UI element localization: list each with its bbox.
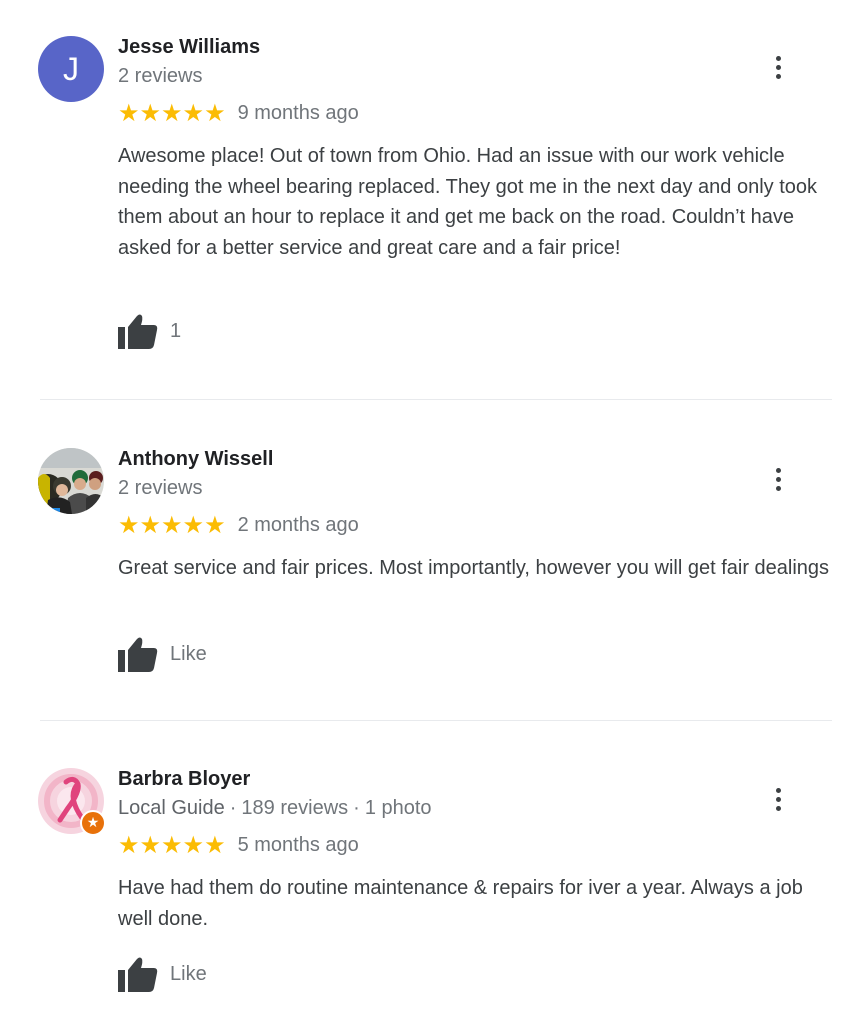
- avatar-photo: [38, 448, 104, 514]
- like-button[interactable]: 1: [118, 311, 181, 351]
- divider: [40, 720, 832, 721]
- like-button[interactable]: Like: [118, 954, 207, 994]
- star-rating: ★★★★★: [118, 99, 226, 127]
- thumbs-up-icon: [118, 314, 158, 349]
- like-button[interactable]: Like: [118, 634, 207, 674]
- like-label: Like: [170, 642, 207, 665]
- review-count: 2 reviews: [118, 477, 203, 499]
- review-time: 5 months ago: [237, 833, 359, 856]
- local-guide-badge-icon: ★: [80, 810, 106, 836]
- like-count: 1: [170, 319, 182, 342]
- reviewer-meta: 2 reviews: [118, 65, 202, 88]
- avatar[interactable]: ★: [38, 768, 106, 836]
- review-text: Have had them do routine maintenance & r…: [118, 877, 803, 930]
- avatar[interactable]: J: [38, 36, 104, 102]
- more-options-button[interactable]: [766, 52, 790, 82]
- rating-row: ★★★★★ 5 months ago: [118, 831, 359, 859]
- reviewer-name[interactable]: Jesse Williams: [118, 36, 260, 59]
- reviewer-meta: Local Guide · 189 reviews · 1 photo: [118, 797, 432, 819]
- rating-row: ★★★★★ 2 months ago: [118, 511, 359, 539]
- more-vert-icon: [775, 55, 781, 61]
- reviewer-meta: 2 reviews: [118, 477, 202, 500]
- thumbs-up-icon: [118, 957, 158, 992]
- more-vert-icon: [775, 467, 781, 473]
- like-label: Like: [170, 962, 207, 985]
- review-count: 189 reviews: [241, 797, 349, 819]
- reviewer-name[interactable]: Barbra Bloyer: [118, 768, 250, 791]
- more-options-button[interactable]: [766, 464, 790, 494]
- star-rating: ★★★★★: [118, 831, 226, 859]
- avatar[interactable]: [38, 448, 104, 514]
- reviewer-name[interactable]: Anthony Wissell: [118, 448, 273, 471]
- more-options-button[interactable]: [766, 784, 790, 814]
- rating-row: ★★★★★ 9 months ago: [118, 99, 359, 127]
- review-text: Great service and fair prices. Most impo…: [118, 557, 830, 579]
- thumbs-up-icon: [118, 637, 158, 672]
- review-count: 2 reviews: [118, 65, 203, 87]
- review-time: 2 months ago: [237, 513, 359, 536]
- more-vert-icon: [775, 787, 781, 793]
- review-text: Awesome place! Out of town from Ohio. Ha…: [118, 145, 817, 259]
- photo-count: 1 photo: [364, 797, 432, 819]
- divider: [40, 399, 832, 400]
- local-guide-label: Local Guide: [118, 797, 225, 819]
- star-rating: ★★★★★: [118, 511, 226, 539]
- review-time: 9 months ago: [237, 101, 359, 124]
